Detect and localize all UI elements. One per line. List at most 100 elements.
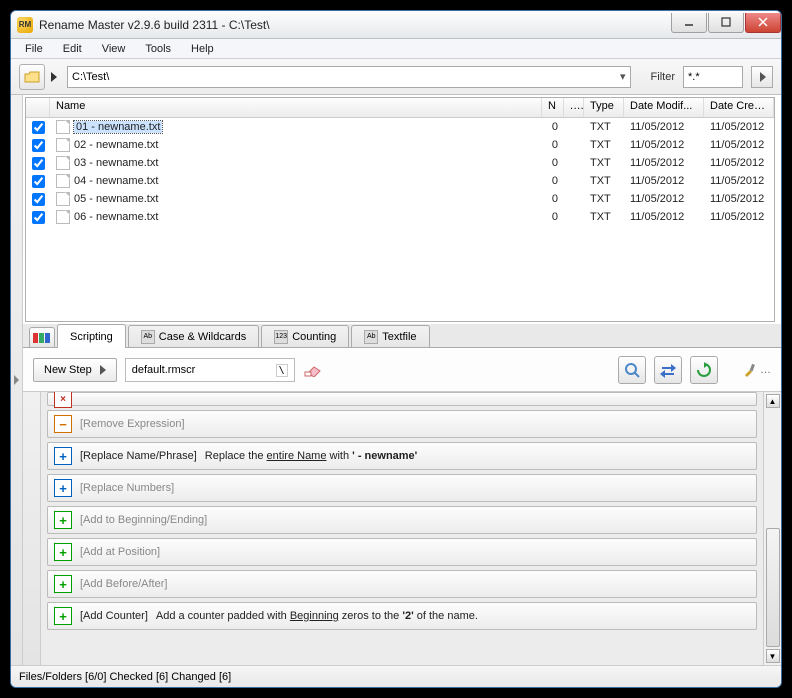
eraser-button[interactable] bbox=[303, 360, 323, 380]
table-row[interactable]: 02 - newname.txt0TXT11/05/201211/05/2012 bbox=[26, 136, 774, 154]
row-checkbox[interactable] bbox=[32, 175, 45, 188]
file-date-modified: 11/05/2012 bbox=[624, 121, 704, 133]
tab-counting[interactable]: 123Counting bbox=[261, 325, 349, 347]
maximize-button[interactable] bbox=[708, 13, 744, 33]
go-button[interactable] bbox=[51, 72, 57, 82]
file-type: TXT bbox=[584, 157, 624, 169]
minimize-button[interactable] bbox=[671, 13, 707, 33]
tab-palette-icon[interactable] bbox=[29, 327, 55, 347]
script-toolbar: New Step default.rmscr \ bbox=[23, 349, 781, 391]
preview-button[interactable] bbox=[618, 356, 646, 384]
left-collapse-handle[interactable] bbox=[11, 95, 23, 665]
file-list-panel: Name N ... Type Date Modif... Date Crea.… bbox=[25, 97, 775, 322]
chevron-right-icon bbox=[100, 365, 106, 375]
filter-go-button[interactable] bbox=[751, 66, 773, 88]
file-name: 01 - newname.txt bbox=[74, 121, 162, 133]
step-toggle-button[interactable]: + bbox=[54, 447, 72, 465]
table-row[interactable]: 01 - newname.txt0TXT11/05/201211/05/2012 bbox=[26, 118, 774, 136]
steps-collapse-handle[interactable] bbox=[23, 392, 41, 665]
row-checkbox[interactable] bbox=[32, 139, 45, 152]
step-row[interactable]: × bbox=[47, 392, 757, 406]
script-filename-box[interactable]: default.rmscr \ bbox=[125, 358, 295, 382]
menu-view[interactable]: View bbox=[92, 41, 136, 57]
step-row[interactable]: + [Add Before/After] bbox=[47, 570, 757, 598]
file-icon bbox=[56, 120, 70, 134]
step-row[interactable]: +[Add Counter]Add a counter padded with … bbox=[47, 602, 757, 630]
menu-file[interactable]: File bbox=[15, 41, 53, 57]
ab-icon: Ab bbox=[141, 330, 155, 344]
col-name[interactable]: Name bbox=[50, 98, 542, 117]
step-toggle-button[interactable]: + bbox=[54, 479, 72, 497]
step-label: [Add to Beginning/Ending] bbox=[80, 514, 207, 526]
file-type: TXT bbox=[584, 193, 624, 205]
col-date-created[interactable]: Date Crea... bbox=[704, 98, 774, 117]
step-toggle-button[interactable]: + bbox=[54, 575, 72, 593]
menu-edit[interactable]: Edit bbox=[53, 41, 92, 57]
step-label: [Add Counter] bbox=[80, 610, 148, 622]
file-date-modified: 11/05/2012 bbox=[624, 175, 704, 187]
table-row[interactable]: 03 - newname.txt0TXT11/05/201211/05/2012 bbox=[26, 154, 774, 172]
step-toggle-button[interactable]: + bbox=[54, 607, 72, 625]
edit-icon[interactable]: \ bbox=[276, 364, 288, 377]
row-checkbox[interactable] bbox=[32, 193, 45, 206]
step-row[interactable]: +[Replace Name/Phrase]Replace the entire… bbox=[47, 442, 757, 470]
scroll-up-icon[interactable]: ▲ bbox=[766, 394, 780, 408]
file-name: 06 - newname.txt bbox=[74, 211, 158, 223]
step-row[interactable]: +[Replace Numbers] bbox=[47, 474, 757, 502]
scroll-down-icon[interactable]: ▼ bbox=[766, 649, 780, 663]
app-icon: RM bbox=[17, 17, 33, 33]
file-date-created: 11/05/2012 bbox=[704, 139, 774, 151]
row-checkbox[interactable] bbox=[32, 157, 45, 170]
dropdown-icon[interactable]: ▾ bbox=[614, 70, 626, 83]
col-date-modified[interactable]: Date Modif... bbox=[624, 98, 704, 117]
swap-button[interactable] bbox=[654, 356, 682, 384]
file-icon bbox=[56, 210, 70, 224]
path-combo[interactable]: C:\Test\ ▾ bbox=[67, 66, 631, 88]
row-checkbox[interactable] bbox=[32, 121, 45, 134]
step-toggle-button[interactable]: × bbox=[54, 392, 72, 408]
step-label: [Add Before/After] bbox=[80, 578, 167, 590]
new-step-button[interactable]: New Step bbox=[33, 358, 117, 382]
steps-scrollbar[interactable]: ▲ ▼ bbox=[763, 392, 781, 665]
table-row[interactable]: 05 - newname.txt0TXT11/05/201211/05/2012 bbox=[26, 190, 774, 208]
tab-textfile[interactable]: AbTextfile bbox=[351, 325, 429, 347]
file-type: TXT bbox=[584, 139, 624, 151]
file-date-created: 11/05/2012 bbox=[704, 157, 774, 169]
scroll-thumb[interactable] bbox=[766, 528, 780, 647]
table-row[interactable]: 06 - newname.txt0TXT11/05/201211/05/2012 bbox=[26, 208, 774, 226]
file-n: 0 bbox=[542, 157, 564, 169]
row-checkbox[interactable] bbox=[32, 211, 45, 224]
refresh-button[interactable] bbox=[690, 356, 718, 384]
path-text: C:\Test\ bbox=[72, 71, 614, 83]
step-row[interactable]: + [Add to Beginning/Ending] bbox=[47, 506, 757, 534]
file-date-modified: 11/05/2012 bbox=[624, 193, 704, 205]
step-row[interactable]: + [Add at Position] bbox=[47, 538, 757, 566]
step-label: [Replace Name/Phrase] bbox=[80, 450, 197, 462]
file-type: TXT bbox=[584, 175, 624, 187]
table-row[interactable]: 04 - newname.txt0TXT11/05/201211/05/2012 bbox=[26, 172, 774, 190]
step-label: [Add at Position] bbox=[80, 546, 160, 558]
col-ellipsis[interactable]: ... bbox=[564, 98, 584, 117]
filter-input[interactable] bbox=[683, 66, 743, 88]
titlebar[interactable]: RM Rename Master v2.9.6 build 2311 - C:\… bbox=[11, 11, 781, 39]
up-folder-button[interactable] bbox=[19, 64, 45, 90]
tab-scripting[interactable]: Scripting bbox=[57, 324, 126, 348]
menu-help[interactable]: Help bbox=[181, 41, 224, 57]
col-type[interactable]: Type bbox=[584, 98, 624, 117]
window-title: Rename Master v2.9.6 build 2311 - C:\Tes… bbox=[39, 18, 670, 32]
tab-case-wildcards[interactable]: AbCase & Wildcards bbox=[128, 325, 259, 347]
step-row[interactable]: −[Remove Expression] bbox=[47, 410, 757, 438]
col-check[interactable] bbox=[26, 98, 50, 117]
tools-icon[interactable]: … bbox=[742, 362, 771, 378]
step-toggle-button[interactable]: − bbox=[54, 415, 72, 433]
file-list-body[interactable]: 01 - newname.txt0TXT11/05/201211/05/2012… bbox=[26, 118, 774, 321]
close-button[interactable] bbox=[745, 13, 781, 33]
file-date-modified: 11/05/2012 bbox=[624, 139, 704, 151]
scripting-panel: New Step default.rmscr \ bbox=[23, 348, 781, 665]
file-n: 0 bbox=[542, 121, 564, 133]
col-n[interactable]: N bbox=[542, 98, 564, 117]
menu-tools[interactable]: Tools bbox=[135, 41, 181, 57]
step-toggle-button[interactable]: + bbox=[54, 543, 72, 561]
step-toggle-button[interactable]: + bbox=[54, 511, 72, 529]
file-type: TXT bbox=[584, 121, 624, 133]
